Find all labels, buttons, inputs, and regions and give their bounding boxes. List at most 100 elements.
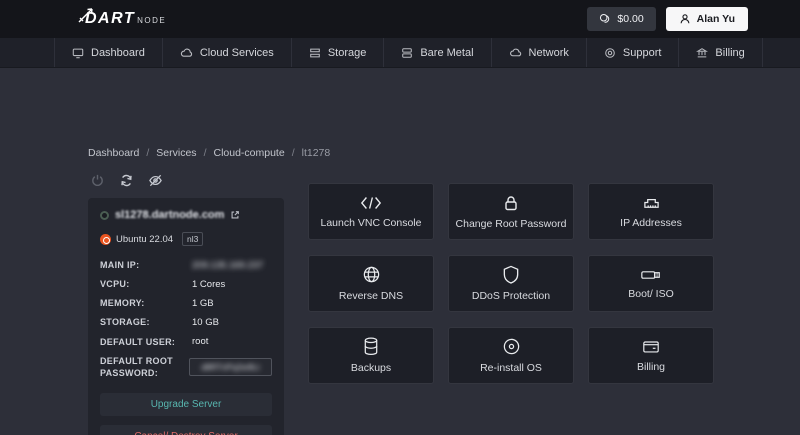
card-label: Launch VNC Console <box>320 216 422 229</box>
os-row: Ubuntu 22.04 nl3 <box>100 232 272 246</box>
vcpu-value: 1 Cores <box>192 278 226 290</box>
card-label: Re-install OS <box>480 362 542 374</box>
crumb-services[interactable]: Services <box>156 147 196 159</box>
nav-label: Storage <box>327 46 367 59</box>
user-icon <box>680 14 690 24</box>
ubuntu-logo-icon <box>100 233 111 245</box>
nav-billing[interactable]: Billing <box>679 38 763 67</box>
billing-icon <box>696 47 709 57</box>
destroy-server-button[interactable]: Cancel/ Destroy Server <box>100 424 272 435</box>
card-label: Boot/ ISO <box>628 287 674 300</box>
disc-icon <box>503 338 519 355</box>
detail-row-default-user: DEFAULT USER: root <box>100 336 272 348</box>
main-nav: Dashboard Cloud Services Storage Bare Me… <box>0 38 800 68</box>
usb-icon <box>641 270 660 279</box>
card-label: Billing <box>636 361 665 373</box>
wallet-icon <box>643 341 659 353</box>
card-label: IP Addresses <box>620 217 682 229</box>
location-badge: nl3 <box>182 232 204 246</box>
detail-row-root-password: DEFAULT ROOT PASSWORD: d8RTnPq2w9Lt <box>100 355 272 379</box>
detail-label: DEFAULT ROOT PASSWORD: <box>100 355 173 378</box>
eye-off-icon[interactable] <box>148 173 163 193</box>
crumb-cloud-compute[interactable]: Cloud-compute <box>213 147 284 159</box>
reboot-icon[interactable] <box>119 173 134 193</box>
crumb-separator: / <box>291 147 295 159</box>
billing-card[interactable]: Billing <box>588 327 714 384</box>
nav-bare-metal[interactable]: Bare Metal <box>384 38 492 67</box>
globe-icon <box>363 266 379 283</box>
main-ip-value: 209.135.169.237 <box>192 259 264 271</box>
status-indicator <box>100 210 109 220</box>
crumb-separator: / <box>146 147 150 159</box>
detail-label: DEFAULT USER: <box>100 336 176 347</box>
card-label: Backups <box>350 362 392 374</box>
upgrade-server-button[interactable]: Upgrade Server <box>100 392 272 416</box>
cloud-icon <box>180 48 192 57</box>
lock-icon <box>505 195 517 210</box>
storage-icon <box>310 48 320 57</box>
reverse-dns-card[interactable]: Reverse DNS <box>308 255 434 312</box>
nav-dashboard[interactable]: Dashboard <box>54 38 163 67</box>
change-root-password-card[interactable]: Change Root Password <box>448 183 574 240</box>
nav-network[interactable]: Network <box>492 38 587 67</box>
detail-label: MAIN IP: <box>100 260 140 270</box>
action-grid: Launch VNC Console Change Root Password … <box>308 183 714 384</box>
detail-row-storage: STORAGE: 10 GB <box>100 316 272 328</box>
shield-icon <box>503 265 519 284</box>
server-icon <box>402 47 413 58</box>
launch-vnc-console-card[interactable]: Launch VNC Console <box>308 183 434 240</box>
card-label: Change Root Password <box>455 217 567 230</box>
detail-label: MEMORY: <box>100 298 145 309</box>
card-label: Reverse DNS <box>338 290 404 302</box>
network-icon <box>509 48 521 57</box>
nav-support[interactable]: Support <box>587 38 680 67</box>
ip-addresses-card[interactable]: IP Addresses <box>588 183 714 240</box>
brand-sub: NODE <box>137 16 167 25</box>
nav-cloud-services[interactable]: Cloud Services <box>163 38 292 67</box>
nav-storage[interactable]: Storage <box>292 38 385 67</box>
ddos-protection-card[interactable]: DDoS Protection <box>448 255 574 312</box>
backups-card[interactable]: Backups <box>308 327 434 384</box>
detail-label: VCPU: <box>100 279 130 290</box>
crumb-dashboard[interactable]: Dashboard <box>88 147 139 159</box>
support-icon <box>605 47 615 58</box>
os-name: Ubuntu 22.04 <box>116 233 174 245</box>
breadcrumb: Dashboard / Services / Cloud-compute / l… <box>88 147 330 159</box>
reinstall-os-card[interactable]: Re-install OS <box>448 327 574 384</box>
coin-icon <box>600 13 610 23</box>
dashboard-icon <box>72 48 84 58</box>
top-bar: DART NODE $0.00 Alan Yu <box>0 0 800 38</box>
root-password-value: d8RTnPq2w9Lt <box>201 361 260 372</box>
server-info-panel: sl1278.dartnode.com Ubuntu 22.04 nl3 MAI… <box>88 198 284 435</box>
nav-label: Cloud Services <box>199 46 274 59</box>
balance-button[interactable]: $0.00 <box>587 7 656 31</box>
boot-iso-card[interactable]: Boot/ ISO <box>588 255 714 312</box>
balance-label: $0.00 <box>617 13 644 25</box>
crumb-current-server: lt1278 <box>301 147 331 159</box>
dartnode-logo[interactable]: DART NODE <box>78 8 167 28</box>
detail-row-memory: MEMORY: 1 GB <box>100 297 272 309</box>
nav-label: Support <box>622 46 662 59</box>
nav-label: Dashboard <box>91 46 145 59</box>
user-menu-button[interactable]: Alan Yu <box>665 7 748 31</box>
crumb-separator: / <box>203 147 207 159</box>
ethernet-icon <box>643 199 659 208</box>
server-hostname: sl1278.dartnode.com <box>115 209 225 221</box>
detail-label: STORAGE: <box>100 317 150 328</box>
default-user-value: root <box>192 336 209 348</box>
storage-value: 10 GB <box>192 316 219 328</box>
hostname-link[interactable]: sl1278.dartnode.com <box>100 209 272 221</box>
server-controls <box>90 173 163 193</box>
power-icon[interactable] <box>90 173 105 193</box>
arrow-icon <box>78 8 93 23</box>
nav-label: Bare Metal <box>420 46 474 59</box>
user-label: Alan Yu <box>696 13 735 25</box>
nav-label: Billing <box>715 46 745 59</box>
memory-value: 1 GB <box>192 297 214 309</box>
code-icon <box>360 196 382 209</box>
root-password-field: d8RTnPq2w9Lt <box>188 357 272 376</box>
detail-row-vcpu: VCPU: 1 Cores <box>100 278 272 290</box>
database-icon <box>364 337 378 356</box>
detail-row-main-ip: MAIN IP: 209.135.169.237 <box>100 259 272 271</box>
external-link-icon <box>231 211 240 219</box>
